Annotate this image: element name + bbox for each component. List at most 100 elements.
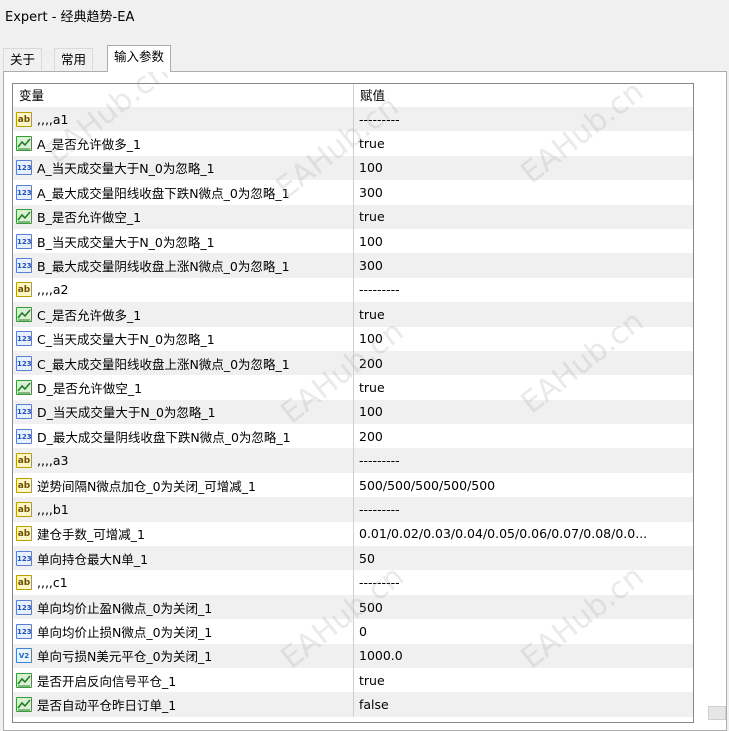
- param-name: D_最大成交量阴线收盘下跌N微点_0为忽略_1: [37, 429, 291, 445]
- table-row[interactable]: ab ,,,,c1 ---------: [13, 570, 693, 595]
- param-value[interactable]: true: [354, 375, 693, 399]
- table-row[interactable]: 123 C_最大成交量阳线收盘上涨N微点_0为忽略_1 200: [13, 350, 693, 376]
- param-value[interactable]: 300: [354, 253, 693, 277]
- param-name-cell: ab 建仓手数_可增减_1: [13, 521, 354, 547]
- table-row[interactable]: 是否开启反向信号平仓_1 true: [13, 667, 693, 693]
- tab-input-params[interactable]: 输入参数: [107, 45, 172, 72]
- param-value[interactable]: 200: [354, 351, 693, 375]
- int-123-icon: 123: [16, 623, 32, 639]
- param-value[interactable]: 100: [354, 400, 693, 424]
- param-value[interactable]: 0.01/0.02/0.03/0.04/0.05/0.06/0.07/0.08/…: [354, 522, 693, 546]
- grid-header: 变量 赋值: [13, 84, 693, 107]
- param-value[interactable]: ---------: [354, 278, 693, 302]
- bool-chart-icon: [16, 379, 32, 395]
- param-name: A_最大成交量阳线收盘下跌N微点_0为忽略_1: [37, 185, 290, 201]
- table-row[interactable]: 123 C_当天成交量大于N_0为忽略_1 100: [13, 326, 693, 351]
- param-name: B_当天成交量大于N_0为忽略_1: [37, 234, 215, 250]
- scrollbar-corner[interactable]: [708, 706, 726, 720]
- param-value[interactable]: 100: [354, 327, 693, 351]
- column-header-value[interactable]: 赋值: [354, 84, 693, 107]
- param-value[interactable]: true: [354, 205, 693, 229]
- param-name-cell: ab ,,,,c1: [13, 570, 354, 595]
- int-123-icon: 123: [16, 233, 32, 249]
- param-value[interactable]: true: [354, 302, 693, 326]
- ab-icon: ab: [16, 477, 32, 493]
- param-value[interactable]: ---------: [354, 570, 693, 594]
- param-name-cell: ab ,,,,b1: [13, 497, 354, 522]
- param-name-cell: 123 D_最大成交量阴线收盘下跌N微点_0为忽略_1: [13, 424, 354, 449]
- ab-icon: ab: [16, 111, 32, 127]
- int-123-icon: 123: [16, 599, 32, 615]
- param-name: 单向持仓最大N单_1: [37, 551, 149, 567]
- table-row[interactable]: ab ,,,,b1 ---------: [13, 497, 693, 522]
- param-value[interactable]: false: [354, 692, 693, 716]
- table-row[interactable]: ab ,,,,a1 ---------: [13, 107, 693, 132]
- param-name-cell: C_是否允许做多_1: [13, 302, 354, 327]
- table-row[interactable]: C_是否允许做多_1 true: [13, 302, 693, 327]
- int-123-icon: 123: [16, 184, 32, 200]
- table-row[interactable]: 123 单向均价止损N微点_0为关闭_1 0: [13, 619, 693, 644]
- param-name-cell: 123 C_最大成交量阳线收盘上涨N微点_0为忽略_1: [13, 350, 354, 376]
- param-value[interactable]: 500: [354, 595, 693, 619]
- table-row[interactable]: ab ,,,,a2 ---------: [13, 277, 693, 303]
- table-row[interactable]: 123 单向均价止盈N微点_0为关闭_1 500: [13, 594, 693, 620]
- table-row[interactable]: 123 单向持仓最大N单_1 50: [13, 546, 693, 571]
- param-name-cell: D_是否允许做空_1: [13, 375, 354, 400]
- param-value[interactable]: ---------: [354, 107, 693, 131]
- param-value[interactable]: 0: [354, 619, 693, 643]
- param-value[interactable]: true: [354, 131, 693, 155]
- tab-strip: 关于 常用 输入参数: [3, 45, 729, 72]
- table-row[interactable]: B_是否允许做空_1 true: [13, 204, 693, 229]
- param-value[interactable]: 100: [354, 156, 693, 180]
- int-123-icon: 123: [16, 404, 32, 420]
- param-name: C_是否允许做多_1: [37, 307, 142, 323]
- param-name-cell: 123 B_最大成交量阴线收盘上涨N微点_0为忽略_1: [13, 253, 354, 278]
- params-grid[interactable]: 变量 赋值 ab ,,,,a1 --------- A_是否允许做多_1 true 123…: [12, 83, 694, 723]
- table-row[interactable]: ab 建仓手数_可增减_1 0.01/0.02/0.03/0.04/0.05/0.0…: [13, 521, 693, 547]
- param-value[interactable]: 500/500/500/500/500: [354, 473, 693, 497]
- table-row[interactable]: ab 逆势间隔N微点加仓_0为关闭_可增减_1 500/500/500/500/50…: [13, 472, 693, 498]
- table-row[interactable]: 123 D_最大成交量阴线收盘下跌N微点_0为忽略_1 200: [13, 424, 693, 449]
- param-name: C_最大成交量阳线收盘上涨N微点_0为忽略_1: [37, 356, 290, 372]
- window-title: Expert - 经典趋势-EA: [5, 10, 135, 25]
- table-row[interactable]: D_是否允许做空_1 true: [13, 375, 693, 400]
- int-123-icon: 123: [16, 160, 32, 176]
- param-value[interactable]: true: [354, 668, 693, 692]
- param-name: D_当天成交量大于N_0为忽略_1: [37, 405, 216, 421]
- param-name: ,,,,c1: [37, 575, 68, 591]
- tab-common[interactable]: 常用: [54, 48, 94, 70]
- param-name-cell: ab ,,,,a1: [13, 107, 354, 132]
- param-name: ,,,,a1: [37, 111, 69, 127]
- column-header-name[interactable]: 变量: [13, 84, 354, 107]
- ab-icon: ab: [16, 575, 32, 591]
- param-value[interactable]: ---------: [354, 497, 693, 521]
- table-row[interactable]: 是否自动平仓昨日订单_1 false: [13, 692, 693, 717]
- param-value[interactable]: 1000.0: [354, 644, 693, 668]
- param-value[interactable]: 100: [354, 229, 693, 253]
- bool-chart-icon: [16, 209, 32, 225]
- table-row[interactable]: 123 D_当天成交量大于N_0为忽略_1 100: [13, 399, 693, 425]
- table-row[interactable]: 123 B_最大成交量阴线收盘上涨N微点_0为忽略_1 300: [13, 253, 693, 278]
- param-name-cell: A_是否允许做多_1: [13, 131, 354, 156]
- param-name: A_是否允许做多_1: [37, 137, 142, 153]
- param-value[interactable]: 300: [354, 180, 693, 204]
- param-value[interactable]: 50: [354, 546, 693, 570]
- table-row[interactable]: A_是否允许做多_1 true: [13, 131, 693, 156]
- table-row[interactable]: V2 单向亏损N美元平仓_0为关闭_1 1000.0: [13, 643, 693, 668]
- table-row[interactable]: ab ,,,,a3 ---------: [13, 448, 693, 473]
- bool-chart-icon: [16, 136, 32, 152]
- param-name-cell: 是否开启反向信号平仓_1: [13, 667, 354, 693]
- table-row[interactable]: 123 B_当天成交量大于N_0为忽略_1 100: [13, 228, 693, 254]
- param-name-cell: 123 C_当天成交量大于N_0为忽略_1: [13, 326, 354, 351]
- param-name: A_当天成交量大于N_0为忽略_1: [37, 161, 215, 177]
- ab-icon: ab: [16, 282, 32, 298]
- param-name-cell: 123 D_当天成交量大于N_0为忽略_1: [13, 399, 354, 425]
- table-row[interactable]: 123 A_最大成交量阳线收盘下跌N微点_0为忽略_1 300: [13, 180, 693, 205]
- param-value[interactable]: ---------: [354, 448, 693, 472]
- param-value[interactable]: 200: [354, 424, 693, 448]
- tab-about[interactable]: 关于: [3, 48, 43, 70]
- param-name: ,,,,a2: [37, 282, 69, 298]
- table-row[interactable]: 123 A_当天成交量大于N_0为忽略_1 100: [13, 155, 693, 181]
- param-name: ,,,,a3: [37, 453, 69, 469]
- param-name-cell: 123 单向均价止损N微点_0为关闭_1: [13, 619, 354, 644]
